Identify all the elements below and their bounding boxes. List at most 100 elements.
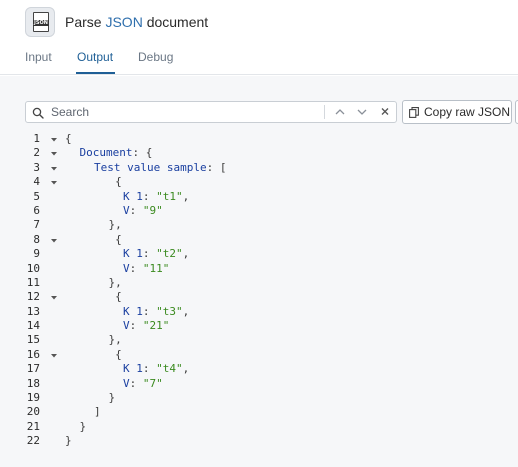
- fold-toggle-icon[interactable]: [49, 348, 59, 362]
- fold-toggle-icon[interactable]: [49, 175, 59, 189]
- json-punctuation: }: [108, 391, 116, 405]
- code-line: 18 V: "7": [0, 377, 518, 391]
- json-punctuation: {: [108, 232, 122, 246]
- code-line: 10 V: "11": [0, 262, 518, 276]
- code-line: 11},: [0, 276, 518, 290]
- json-string-value: "t2": [156, 247, 183, 261]
- search-divider: [324, 105, 325, 119]
- line-number: 15: [26, 333, 40, 347]
- json-file-icon: JSON: [25, 7, 55, 37]
- copy-raw-json-label: Copy raw JSON: [424, 105, 511, 119]
- json-punctuation: : {: [132, 146, 153, 160]
- line-number: 4: [33, 175, 40, 189]
- json-punctuation: :: [129, 376, 143, 390]
- tab-debug[interactable]: Debug: [138, 50, 173, 64]
- previous-match-icon[interactable]: [332, 105, 348, 119]
- json-key: K 1: [123, 189, 143, 203]
- code-content: {: [109, 175, 122, 189]
- code-line: 8 {: [0, 233, 518, 247]
- fold-toggle-icon[interactable]: [49, 132, 59, 146]
- node-title-highlight: JSON: [105, 14, 143, 30]
- copy-icon: [409, 107, 419, 118]
- line-number: 5: [33, 189, 40, 203]
- code-content: },: [109, 276, 122, 290]
- code-line: 5 K 1: "t1",: [0, 190, 518, 204]
- json-punctuation: },: [108, 333, 122, 347]
- line-number: 20: [26, 405, 40, 419]
- line-number: 8: [33, 232, 40, 246]
- active-tab-indicator: [76, 72, 115, 74]
- line-number: 17: [26, 362, 40, 376]
- line-number: 7: [33, 218, 40, 232]
- json-key: V: [123, 319, 130, 333]
- code-content: V: "7": [123, 377, 163, 391]
- code-content: K 1: "t4",: [123, 362, 189, 376]
- code-content: },: [109, 218, 122, 232]
- json-key: K 1: [123, 362, 143, 376]
- tab-output[interactable]: Output: [77, 50, 113, 64]
- clear-search-icon[interactable]: [377, 105, 393, 119]
- code-content: ]: [94, 405, 101, 419]
- code-content: }: [109, 391, 116, 405]
- json-punctuation: :: [129, 319, 143, 333]
- code-content: V: "21": [123, 319, 169, 333]
- json-punctuation: {: [108, 347, 122, 361]
- json-punctuation: {: [108, 175, 122, 189]
- json-punctuation: }: [65, 434, 72, 448]
- line-number: 2: [33, 146, 40, 160]
- json-punctuation: :: [129, 203, 143, 217]
- line-number: 21: [26, 419, 40, 433]
- code-line: 9 K 1: "t2",: [0, 247, 518, 261]
- code-line: 19}: [0, 391, 518, 405]
- json-punctuation: ,: [182, 189, 190, 203]
- code-content: },: [109, 333, 122, 347]
- code-content: }: [80, 420, 87, 434]
- json-punctuation: {: [65, 132, 72, 145]
- json-code-viewer: 1{2 Document: {3 Test value sample: [4 {5 K…: [0, 132, 518, 449]
- fold-toggle-icon[interactable]: [49, 146, 59, 160]
- fold-toggle-icon[interactable]: [49, 290, 59, 304]
- json-key: Document: [79, 146, 133, 160]
- json-key: V: [123, 203, 130, 217]
- line-number: 13: [26, 304, 40, 318]
- json-punctuation: {: [108, 290, 122, 304]
- tab-input[interactable]: Input: [25, 50, 52, 64]
- json-punctuation: :: [142, 304, 157, 318]
- code-content: K 1: "t2",: [123, 247, 189, 261]
- search-icon: [32, 107, 44, 119]
- line-number: 12: [26, 290, 40, 304]
- code-line: 3 Test value sample: [: [0, 161, 518, 175]
- json-punctuation: },: [108, 218, 122, 232]
- search-bar: [25, 101, 397, 123]
- code-content: V: "11": [123, 262, 169, 276]
- json-string-value: "11": [142, 261, 170, 275]
- code-content: V: "9": [123, 204, 163, 218]
- json-punctuation: :: [142, 362, 157, 376]
- line-number: 18: [26, 376, 40, 390]
- node-title-suffix: document: [142, 14, 209, 30]
- fold-toggle-icon[interactable]: [49, 161, 59, 175]
- line-number: 16: [26, 347, 40, 361]
- fold-toggle-icon[interactable]: [49, 233, 59, 247]
- search-input[interactable]: [51, 103, 341, 121]
- code-line: 2 Document: {: [0, 146, 518, 160]
- code-line: 16 {: [0, 348, 518, 362]
- json-key: Test value sample: [94, 160, 207, 174]
- line-number: 9: [33, 247, 40, 261]
- node-title: Parse JSON document: [65, 14, 208, 30]
- code-line: 22}: [0, 434, 518, 448]
- json-string-value: "9": [142, 203, 163, 217]
- json-punctuation: }: [79, 419, 87, 433]
- code-content: K 1: "t1",: [123, 190, 189, 204]
- next-match-icon[interactable]: [354, 105, 370, 119]
- json-punctuation: ,: [182, 304, 190, 318]
- copy-raw-json-button[interactable]: Copy raw JSON: [402, 100, 512, 124]
- line-number: 22: [26, 434, 40, 448]
- code-content: {: [109, 290, 122, 304]
- json-punctuation: ,: [182, 247, 190, 261]
- json-string-value: "21": [142, 319, 170, 333]
- code-line: 1{: [0, 132, 518, 146]
- json-string-value: "t3": [156, 304, 183, 318]
- code-line: 13 K 1: "t3",: [0, 305, 518, 319]
- json-punctuation: : [: [206, 160, 227, 174]
